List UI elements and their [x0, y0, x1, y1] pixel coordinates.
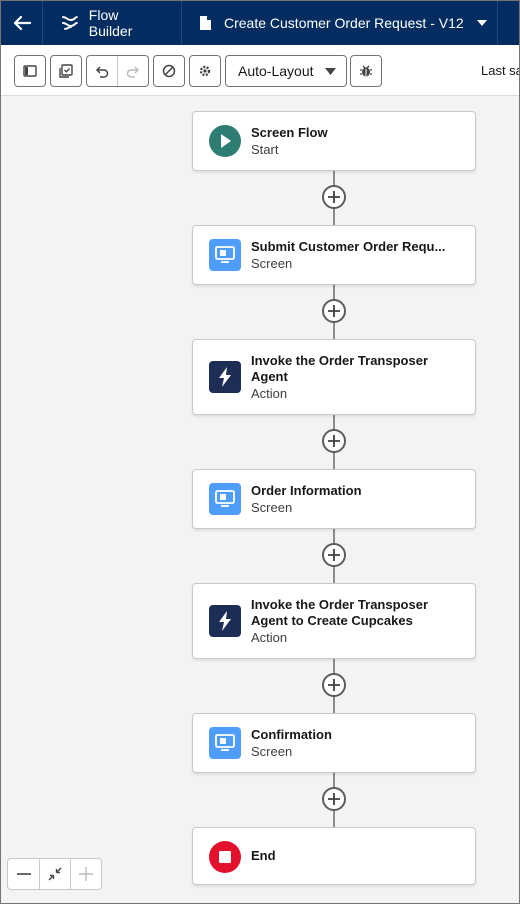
add-element-button[interactable]	[322, 429, 346, 453]
document-icon	[200, 16, 211, 30]
start-icon-badge	[209, 125, 241, 157]
flow-node-screen[interactable]: Order Information Screen	[192, 469, 476, 529]
settings-button[interactable]	[189, 55, 221, 87]
node-subtitle: Action	[251, 630, 288, 645]
lightning-icon	[219, 611, 231, 631]
screen-icon-badge	[209, 483, 241, 515]
zoom-in-button[interactable]	[70, 859, 101, 889]
undo-redo-group	[86, 55, 149, 87]
panel-icon	[23, 65, 37, 77]
add-element-button[interactable]	[322, 673, 346, 697]
screen-icon	[215, 734, 235, 751]
check-errors-button[interactable]	[50, 55, 82, 87]
node-subtitle: Action	[251, 386, 288, 401]
screen-icon	[215, 490, 235, 507]
node-title: Confirmation	[251, 727, 332, 742]
contract-icon	[48, 867, 62, 881]
flow-node-screen[interactable]: Submit Customer Order Requ... Screen	[192, 225, 476, 285]
flow-title-menu[interactable]: Create Customer Order Request - V12	[182, 1, 498, 45]
flow-builder-window: Flow Builder Create Customer Order Reque…	[0, 0, 520, 904]
end-icon-badge	[209, 841, 241, 873]
plus-icon	[328, 305, 340, 317]
lightning-icon	[219, 367, 231, 387]
plus-icon	[328, 679, 340, 691]
add-element-button[interactable]	[322, 543, 346, 567]
flow-icon	[61, 16, 78, 30]
checklist-icon	[59, 64, 73, 78]
toggle-panel-button[interactable]	[14, 55, 46, 87]
gear-icon	[199, 65, 211, 77]
node-title: Order Information	[251, 483, 362, 498]
node-title: Screen Flow	[251, 125, 328, 140]
app-name: Flow Builder	[43, 1, 182, 45]
action-icon-badge	[209, 605, 241, 637]
add-element-button[interactable]	[322, 185, 346, 209]
deactivate-button[interactable]	[153, 55, 185, 87]
redo-button[interactable]	[117, 56, 148, 86]
action-icon-badge	[209, 361, 241, 393]
node-subtitle: Start	[251, 142, 279, 157]
flow-node-action[interactable]: Invoke the Order Transposer Agent to Cre…	[192, 583, 476, 659]
back-arrow-icon	[13, 15, 31, 31]
layout-select-value: Auto-Layout	[238, 63, 314, 79]
plus-icon	[328, 793, 340, 805]
node-title: Submit Customer Order Requ...	[251, 239, 446, 254]
undo-icon	[96, 66, 109, 78]
undo-button[interactable]	[87, 56, 117, 86]
toolbar: Auto-Layout	[1, 45, 519, 96]
fit-to-view-button[interactable]	[39, 859, 70, 889]
zoom-controls	[7, 858, 102, 890]
chevron-down-icon	[325, 68, 336, 75]
add-element-button[interactable]	[322, 787, 346, 811]
bug-icon	[360, 65, 372, 77]
node-title: Invoke the Order Transposer Agent to Cre…	[251, 597, 429, 628]
chevron-down-icon	[476, 20, 487, 26]
stop-icon	[209, 841, 241, 873]
node-title: End	[251, 848, 276, 863]
plus-icon	[79, 867, 93, 881]
flow-title: Create Customer Order Request - V12	[224, 15, 464, 31]
plus-icon	[328, 191, 340, 203]
plus-icon	[328, 549, 340, 561]
flow-node-start[interactable]: Screen Flow Start	[192, 111, 476, 171]
node-subtitle: Screen	[251, 500, 293, 515]
app-title: Flow Builder	[88, 7, 133, 39]
add-element-button[interactable]	[322, 299, 346, 323]
flow-node-screen[interactable]: Confirmation Screen	[192, 713, 476, 773]
screen-icon-badge	[209, 727, 241, 759]
debug-button[interactable]	[350, 55, 382, 87]
back-button[interactable]	[1, 1, 43, 45]
flow-node-action[interactable]: Invoke the Order Transposer Agent Action	[192, 339, 476, 415]
minus-icon	[16, 873, 31, 875]
plus-icon	[328, 435, 340, 447]
app-header: Flow Builder Create Customer Order Reque…	[1, 1, 519, 45]
layout-select[interactable]: Auto-Layout	[225, 55, 347, 87]
node-title: Invoke the Order Transposer Agent	[251, 353, 429, 384]
last-saved-text: Last sa	[481, 63, 520, 78]
flow-node-end[interactable]: End	[192, 827, 476, 885]
node-subtitle: Screen	[251, 744, 293, 759]
redo-icon	[126, 66, 140, 78]
zoom-out-button[interactable]	[8, 859, 39, 889]
screen-icon-badge	[209, 239, 241, 271]
ban-icon	[162, 64, 176, 78]
play-icon	[209, 125, 241, 157]
screen-icon	[215, 246, 235, 263]
node-subtitle: Screen	[251, 256, 293, 271]
